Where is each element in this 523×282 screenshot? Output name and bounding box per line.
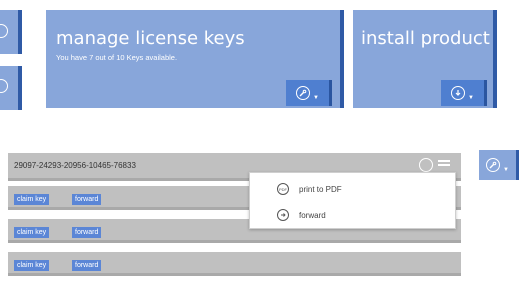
chevron-down-icon: ▼ [503, 166, 509, 173]
partial-tile-icon [0, 79, 8, 93]
forward-button[interactable]: forward [72, 227, 102, 238]
tile-title: manage license keys [56, 28, 245, 49]
forward-button[interactable]: forward [72, 194, 102, 205]
license-action-row: claim key forward [8, 252, 461, 276]
menu-item-label: forward [299, 210, 326, 220]
claim-key-button[interactable]: claim key [14, 227, 50, 238]
pdf-icon: PDF [277, 183, 289, 195]
chevron-down-icon: ▼ [468, 94, 474, 101]
license-key-value: 29097-24293-20956-10465-76833 [14, 161, 136, 170]
side-tools-button[interactable]: ▼ [479, 150, 519, 180]
row-settings-icon[interactable] [419, 158, 433, 172]
install-product-tile[interactable]: install product ▼ [353, 10, 497, 108]
claim-key-button[interactable]: claim key [14, 260, 50, 271]
menu-item-print-to-pdf[interactable]: PDF print to PDF [277, 183, 342, 195]
tile-subtitle: You have 7 out of 10 Keys available. [56, 53, 178, 62]
install-download-button[interactable]: ▼ [441, 80, 487, 106]
context-menu: PDF print to PDF forward [249, 172, 456, 229]
license-tools-button[interactable]: ▼ [286, 80, 332, 106]
partial-tile-bottom[interactable] [0, 66, 22, 110]
partial-tile-icon [0, 24, 8, 38]
wrench-icon [296, 86, 311, 100]
chevron-down-icon: ▼ [313, 94, 319, 101]
forward-button[interactable]: forward [72, 260, 102, 271]
forward-icon [277, 209, 289, 221]
download-icon [451, 86, 466, 100]
tile-title: install product [361, 28, 490, 49]
wrench-icon [486, 158, 501, 172]
menu-item-forward[interactable]: forward [277, 209, 326, 221]
manage-license-keys-tile[interactable]: manage license keys You have 7 out of 10… [46, 10, 344, 108]
partial-tile-top[interactable] [0, 10, 22, 54]
claim-key-button[interactable]: claim key [14, 194, 50, 205]
row-menu-icon[interactable] [438, 160, 450, 170]
menu-item-label: print to PDF [299, 184, 342, 194]
